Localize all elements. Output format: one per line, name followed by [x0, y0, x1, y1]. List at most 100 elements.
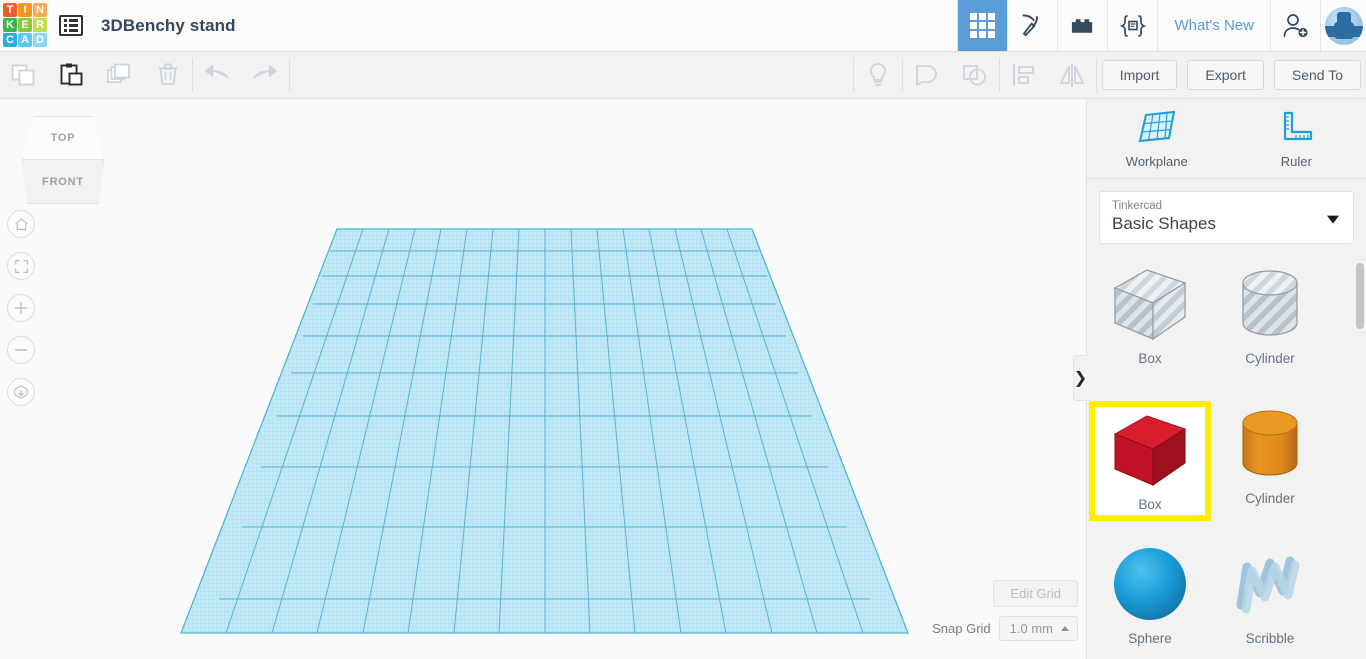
main-menu-button[interactable]: [49, 0, 93, 51]
invite-user-button[interactable]: [1270, 0, 1320, 51]
add-person-icon: [1283, 13, 1308, 37]
shapes-grid: Box Cylinder Box Cylinder Sphere Scribbl…: [1087, 257, 1366, 659]
import-button[interactable]: Import: [1101, 60, 1178, 90]
top-header-bar: TINKERCAD 3DBenchy stand What's New: [0, 0, 1366, 52]
workplane-tool-button[interactable]: Workplane: [1087, 99, 1227, 178]
shape-label: Box: [1138, 497, 1162, 512]
zoom-in-icon: [14, 301, 28, 315]
zoom-out-button[interactable]: [7, 336, 35, 364]
edit-grid-button[interactable]: Edit Grid: [993, 580, 1078, 607]
ortho-perspective-icon: [14, 385, 28, 399]
export-button[interactable]: Export: [1187, 60, 1264, 90]
cylinder-hole-thumbnail: [1227, 261, 1313, 347]
shape-label: Box: [1138, 351, 1162, 366]
ungroup-button[interactable]: [951, 52, 999, 98]
codeblocks-button[interactable]: [1107, 0, 1158, 51]
shape-label: Scribble: [1245, 631, 1295, 646]
hint-button[interactable]: [854, 52, 902, 98]
ruler-tool-button[interactable]: Ruler: [1227, 99, 1366, 178]
shape-item-scribble[interactable]: Scribble: [1215, 541, 1325, 646]
shape-item-sphere[interactable]: Sphere: [1095, 541, 1205, 646]
shapes-scrollbar-thumb[interactable]: [1356, 263, 1364, 329]
grid-view-button[interactable]: [957, 0, 1008, 51]
shapes-panel: ❯ Workplane Ruler Tinkercad Basic Shapes…: [1073, 99, 1366, 659]
library-category: Tinkercad: [1112, 200, 1163, 212]
shape-item-box-solid[interactable]: Box: [1089, 401, 1211, 521]
3d-viewport[interactable]: Workplane TOP FRONT: [0, 99, 1086, 659]
duplicate-button[interactable]: [96, 52, 144, 98]
caret-up-icon: [1061, 626, 1069, 631]
logo-tile-c: C: [3, 33, 17, 47]
grid-controls: Edit Grid Snap Grid 1.0 mm: [932, 580, 1078, 641]
box-hole-thumbnail: [1107, 261, 1193, 347]
pickaxe-button[interactable]: [1007, 0, 1058, 51]
ortho-perspective-button[interactable]: [7, 378, 35, 406]
fit-to-view-icon: [14, 259, 28, 273]
shape-library-select[interactable]: Tinkercad Basic Shapes: [1099, 191, 1354, 244]
delete-button[interactable]: [144, 52, 192, 98]
redo-button[interactable]: [241, 52, 289, 98]
undo-button[interactable]: [193, 52, 241, 98]
logo-tile-k: K: [3, 18, 17, 32]
logo-tile-a: A: [18, 33, 32, 47]
shape-item-box-hole[interactable]: Box: [1095, 261, 1205, 366]
mirror-icon: [1059, 63, 1085, 87]
header-spacer: [236, 0, 958, 51]
copy-button[interactable]: [0, 52, 48, 98]
logo-tile-i: I: [18, 3, 32, 17]
panel-tools-row: Workplane Ruler: [1087, 99, 1366, 179]
logo-tile-e: E: [18, 18, 32, 32]
duplicate-icon: [107, 63, 130, 83]
lightbulb-hint-icon: [869, 63, 886, 86]
edit-toolbar: Import Export Send To: [0, 52, 1366, 99]
library-collection: Basic Shapes: [1112, 214, 1216, 233]
zoom-in-button[interactable]: [7, 294, 35, 322]
user-avatar-button[interactable]: [1320, 0, 1366, 51]
shape-item-cylinder-hole[interactable]: Cylinder: [1215, 261, 1325, 366]
copy-icon: [11, 64, 35, 86]
shape-item-cylinder-solid[interactable]: Cylinder: [1215, 401, 1325, 506]
snap-grid-label: Snap Grid: [932, 621, 991, 636]
logo-tile-r: R: [33, 18, 47, 32]
zoom-out-icon: [14, 349, 28, 351]
group-icon: [915, 65, 937, 86]
shape-label: Sphere: [1128, 631, 1172, 646]
align-icon: [1012, 64, 1034, 86]
logo-tile-n: N: [33, 3, 47, 17]
snap-grid-select[interactable]: 1.0 mm: [998, 616, 1078, 641]
shapes-scrollbar[interactable]: [1356, 259, 1364, 655]
selected-shape-card: Box: [1095, 407, 1205, 515]
ruler-tool-icon: [1284, 111, 1313, 140]
undo-icon: [205, 65, 229, 79]
codeblocks-icon: [1119, 14, 1147, 37]
toolbar-divider-6: [1095, 58, 1097, 92]
send-to-button[interactable]: Send To: [1273, 60, 1361, 90]
tinkercad-logo[interactable]: TIN KER CAD: [1, 1, 49, 49]
mirror-button[interactable]: [1048, 52, 1096, 98]
group-button[interactable]: [903, 52, 951, 98]
tinkercad-app: TINKERCAD 3DBenchy stand What's New Impo…: [0, 0, 1366, 659]
view-cube-top-face[interactable]: TOP: [22, 116, 104, 160]
align-button[interactable]: [1000, 52, 1048, 98]
fit-to-view-button[interactable]: [7, 252, 35, 280]
paste-button[interactable]: [48, 52, 96, 98]
workplane-tool-icon: [1138, 110, 1176, 142]
pickaxe-icon: [1022, 14, 1039, 37]
view-cube[interactable]: TOP FRONT: [22, 116, 104, 204]
whats-new-link[interactable]: What's New: [1157, 0, 1270, 51]
design-title[interactable]: 3DBenchy stand: [93, 0, 236, 51]
box-solid-thumbnail: [1107, 407, 1193, 493]
panel-collapse-handle[interactable]: ❯: [1073, 355, 1087, 401]
workplane-grid[interactable]: [0, 99, 1086, 659]
blocks-button[interactable]: [1057, 0, 1108, 51]
view-cube-front-face[interactable]: FRONT: [22, 160, 104, 204]
shape-label: Cylinder: [1245, 351, 1295, 366]
sphere-thumbnail: [1107, 541, 1193, 627]
workplane-tool-label: Workplane: [1125, 153, 1188, 169]
home-view-button[interactable]: [7, 210, 35, 238]
list-menu-icon: [59, 15, 83, 36]
cylinder-solid-thumbnail: [1227, 401, 1313, 487]
snap-grid-value: 1.0 mm: [1009, 621, 1053, 636]
ruler-tool-label: Ruler: [1280, 153, 1312, 169]
chevron-down-icon: [1327, 215, 1339, 224]
